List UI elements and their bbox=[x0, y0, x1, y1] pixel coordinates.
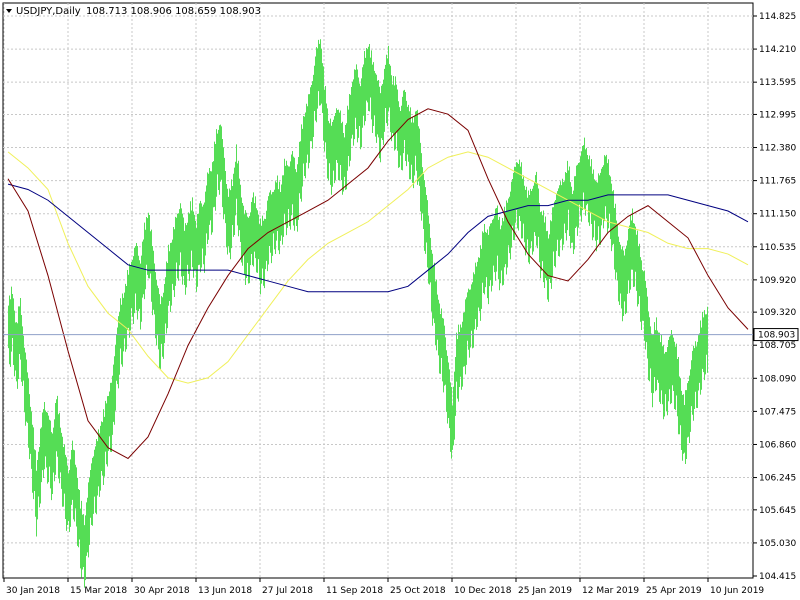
time-tick-label: 12 Mar 2019 bbox=[582, 586, 639, 596]
ohlc-values: 108.713 108.906 108.659 108.903 bbox=[86, 6, 261, 17]
price-tick-label: 104.415 bbox=[759, 572, 796, 582]
price-tick-label: 113.595 bbox=[759, 78, 796, 88]
time-tick-label: 13 Jun 2018 bbox=[198, 586, 252, 596]
price-tick-label: 107.475 bbox=[759, 407, 796, 417]
price-tick-label: 105.645 bbox=[759, 506, 796, 516]
price-tick-label: 110.535 bbox=[759, 243, 796, 253]
symbol-label: USDJPY,Daily bbox=[16, 6, 81, 17]
time-tick-label: 10 Jun 2019 bbox=[710, 586, 764, 596]
time-tick-label: 15 Mar 2018 bbox=[70, 586, 127, 596]
time-tick-label: 27 Jul 2018 bbox=[262, 586, 313, 596]
price-tick-label: 108.090 bbox=[759, 374, 796, 384]
price-tick-label: 111.765 bbox=[759, 177, 796, 187]
time-tick-label: 25 Jan 2019 bbox=[518, 586, 572, 596]
time-tick-label: 30 Jan 2018 bbox=[6, 586, 60, 596]
price-tick-label: 112.995 bbox=[759, 110, 796, 120]
price-tick-label: 106.245 bbox=[759, 474, 796, 484]
current-price-label: 108.903 bbox=[758, 331, 795, 341]
time-tick-label: 30 Apr 2018 bbox=[134, 586, 190, 596]
chart-header: USDJPY,Daily 108.713 108.906 108.659 108… bbox=[6, 6, 261, 17]
price-tick-label: 105.030 bbox=[759, 539, 796, 549]
price-tick-label: 111.150 bbox=[759, 210, 796, 220]
price-tick-label: 114.825 bbox=[759, 12, 796, 22]
price-tick-label: 109.320 bbox=[759, 308, 796, 318]
price-tick-label: 109.920 bbox=[759, 276, 796, 286]
time-tick-label: 25 Apr 2019 bbox=[646, 586, 702, 596]
time-tick-label: 10 Dec 2018 bbox=[454, 586, 512, 596]
price-tick-label: 108.705 bbox=[759, 341, 796, 351]
time-tick-label: 25 Oct 2018 bbox=[390, 586, 446, 596]
chart-window[interactable]: 114.825 114.210 113.595 112.995 112.380 111.7… bbox=[0, 0, 800, 600]
time-tick-label: 11 Sep 2018 bbox=[326, 586, 383, 596]
price-chart[interactable]: 114.825 114.210 113.595 112.995 112.380 111.7… bbox=[0, 0, 800, 600]
price-tick-label: 106.860 bbox=[759, 440, 796, 450]
price-tick-label: 112.380 bbox=[759, 144, 796, 154]
price-tick-label: 114.210 bbox=[759, 45, 796, 55]
